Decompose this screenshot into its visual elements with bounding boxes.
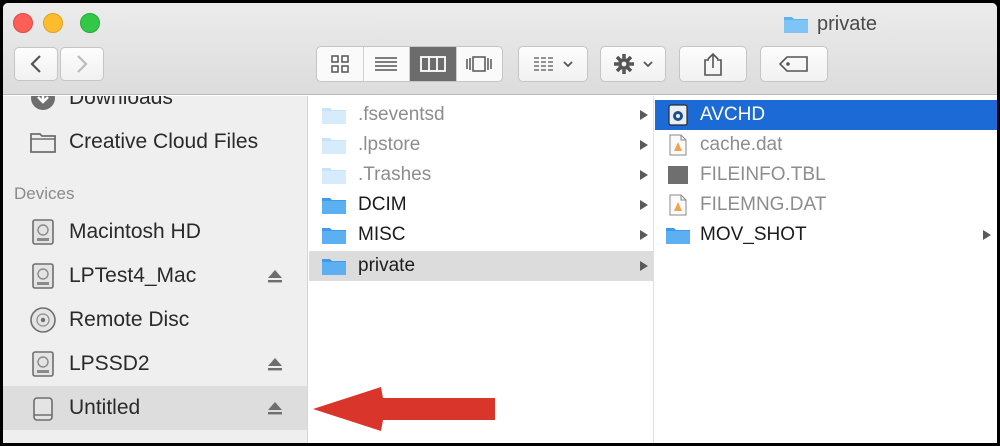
eject-icon[interactable]	[267, 269, 283, 283]
eject-icon[interactable]	[267, 357, 283, 371]
column-view-button[interactable]	[410, 47, 457, 81]
disclosure-arrow-icon	[640, 261, 648, 271]
sidebar-item-remote-disc[interactable]: Remote Disc	[3, 298, 307, 342]
tag-button[interactable]	[760, 46, 828, 82]
folder-icon	[322, 168, 346, 184]
document-icon	[669, 134, 687, 156]
downloads-icon	[31, 96, 55, 110]
sidebar-item-untitled[interactable]: Untitled	[3, 386, 307, 430]
file-name: .lpstore	[358, 134, 421, 155]
sidebar-item-label: LPTest4_Mac	[69, 264, 197, 287]
disclosure-arrow-icon	[640, 110, 648, 120]
sidebar-item-label: Macintosh HD	[69, 220, 201, 243]
list-icon	[375, 57, 398, 71]
list-item[interactable]: .Trashes	[309, 160, 653, 190]
sidebar-item-label: Creative Cloud Files	[69, 130, 259, 153]
window-title: private	[783, 12, 877, 36]
hard-drive-icon	[32, 219, 54, 245]
chevron-down-icon	[563, 61, 573, 68]
disclosure-arrow-icon	[640, 140, 648, 150]
list-item[interactable]: cache.dat	[655, 130, 997, 160]
view-mode-control	[316, 46, 503, 82]
sidebar-item-creative-cloud[interactable]: Creative Cloud Files	[3, 120, 307, 164]
list-item[interactable]: MOV_SHOT	[655, 220, 997, 250]
disclosure-arrow-icon	[640, 200, 648, 210]
file-name: DCIM	[358, 194, 407, 215]
close-button[interactable]	[13, 13, 33, 33]
file-name: .fseventsd	[358, 104, 445, 125]
disc-icon	[30, 307, 56, 333]
folder-icon	[322, 259, 346, 275]
external-drive-icon	[33, 397, 53, 421]
folder-icon	[322, 198, 346, 214]
icon-view-button[interactable]	[317, 47, 364, 81]
sidebar-item-label: Downloads	[69, 96, 173, 109]
folder-icon	[322, 138, 346, 154]
file-name: MOV_SHOT	[700, 224, 807, 245]
file-name: FILEINFO.TBL	[700, 164, 826, 185]
folder-icon	[30, 133, 56, 153]
file-name: private	[358, 255, 416, 276]
folder-icon	[322, 108, 346, 124]
cover-flow-button[interactable]	[457, 47, 503, 81]
sidebar-item-label: Untitled	[69, 396, 141, 419]
arrange-icon	[534, 57, 554, 71]
sidebar: Downloads Creative Cloud Files Devices M…	[3, 96, 308, 443]
forward-button[interactable]	[60, 47, 104, 81]
list-item[interactable]: .lpstore	[309, 130, 653, 160]
file-name: MISC	[358, 224, 406, 245]
document-icon	[668, 166, 688, 184]
list-view-button[interactable]	[364, 47, 410, 81]
folder-icon	[666, 228, 690, 244]
devices-header: Devices	[14, 184, 75, 203]
sidebar-item-lptest4-mac[interactable]: LPTest4_Mac	[3, 254, 307, 298]
back-button[interactable]	[14, 47, 58, 81]
disclosure-arrow-icon	[640, 170, 648, 180]
disclosure-arrow-icon	[640, 230, 648, 240]
sidebar-item-label: LPSSD2	[69, 352, 150, 375]
annotation-arrow-icon	[313, 387, 495, 431]
sidebar-item-macintosh-hd[interactable]: Macintosh HD	[3, 210, 307, 254]
sidebar-item-downloads[interactable]: Downloads	[3, 96, 307, 120]
gear-icon	[614, 54, 634, 74]
action-button[interactable]	[600, 46, 666, 82]
list-item[interactable]: FILEMNG.DAT	[655, 190, 997, 220]
share-icon	[704, 52, 722, 76]
list-item[interactable]: .fseventsd	[309, 100, 653, 130]
tag-icon	[779, 56, 808, 72]
document-icon	[669, 194, 687, 216]
list-item[interactable]: MISC	[309, 220, 653, 250]
folder-icon	[784, 17, 808, 33]
toolbar: private	[3, 3, 997, 95]
chevron-right-icon	[77, 55, 88, 73]
package-icon	[668, 104, 688, 126]
zoom-button[interactable]	[80, 13, 100, 33]
chevron-down-icon	[643, 61, 653, 68]
share-button[interactable]	[679, 46, 747, 82]
columns-icon	[419, 56, 446, 72]
list-item[interactable]: AVCHD	[655, 100, 997, 130]
folder-icon	[322, 228, 346, 244]
list-item[interactable]: private	[309, 251, 653, 281]
file-name: .Trashes	[358, 164, 432, 185]
arrange-button[interactable]	[518, 46, 588, 82]
file-name: FILEMNG.DAT	[700, 194, 827, 215]
list-item[interactable]: DCIM	[309, 190, 653, 220]
file-name: AVCHD	[700, 104, 766, 125]
finder-window: private Downloads Creative Cloud Files D…	[3, 3, 997, 443]
disclosure-arrow-icon	[983, 230, 991, 240]
hard-drive-icon	[32, 351, 54, 377]
hard-drive-icon	[32, 263, 54, 289]
sidebar-item-label: Remote Disc	[69, 308, 190, 331]
list-item[interactable]: FILEINFO.TBL	[655, 160, 997, 190]
chevron-left-icon	[30, 55, 41, 73]
eject-icon[interactable]	[267, 401, 283, 415]
grid-icon	[331, 55, 349, 73]
window-title-text: private	[817, 12, 878, 35]
browser-column-2: AVCHD cache.dat FILEINFO.TBL FILEMNG.DAT	[655, 96, 997, 443]
minimize-button[interactable]	[43, 13, 63, 33]
cover-flow-icon	[466, 56, 492, 72]
sidebar-item-lpssd2[interactable]: LPSSD2	[3, 342, 307, 386]
file-name: cache.dat	[700, 134, 783, 155]
